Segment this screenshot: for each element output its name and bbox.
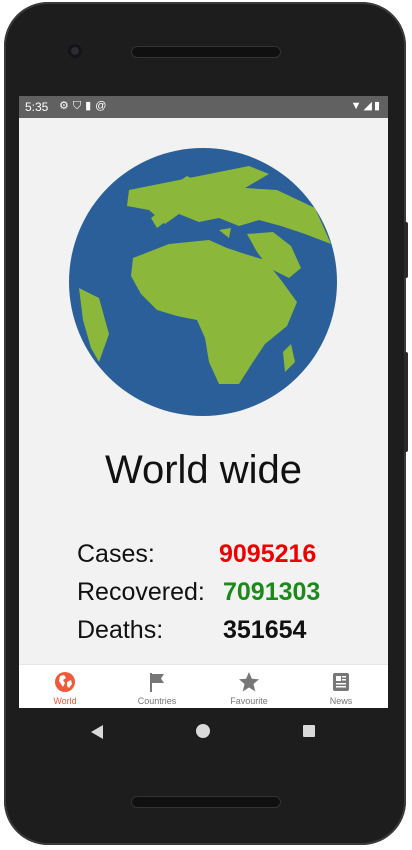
- globe-image: [69, 148, 337, 416]
- nav-item-countries[interactable]: Countries: [111, 665, 203, 708]
- status-right-icons: ▼◢▮: [351, 99, 382, 112]
- back-icon[interactable]: [91, 725, 103, 739]
- star-icon: [239, 672, 259, 692]
- front-camera: [68, 44, 82, 58]
- stat-value-cases: 9095216: [219, 540, 317, 568]
- power-button: [404, 222, 408, 278]
- stat-row-cases: Cases: 9095216: [77, 538, 377, 576]
- stat-label: Recovered:: [77, 578, 205, 606]
- status-time: 5:35: [25, 100, 49, 114]
- nav-label-favourite: Favourite: [230, 696, 268, 706]
- wifi-icon: ▼: [350, 100, 364, 112]
- home-icon[interactable]: [196, 724, 210, 738]
- signal-icon: ◢: [363, 100, 374, 112]
- bottom-speaker: [131, 796, 281, 808]
- stat-value-recovered: 7091303: [223, 578, 321, 606]
- stat-row-recovered: Recovered: 7091303: [77, 576, 377, 614]
- battery-icon: ▮: [373, 100, 382, 112]
- newspaper-icon: [333, 673, 349, 691]
- stat-value-deaths: 351654: [223, 616, 307, 644]
- at-icon: @: [95, 100, 111, 112]
- stats-list: Cases: 9095216 Recovered: 7091303 Deaths…: [77, 538, 377, 652]
- flag-icon: [150, 673, 164, 692]
- nav-item-world[interactable]: World: [19, 665, 111, 708]
- nav-item-favourite[interactable]: Favourite: [203, 665, 295, 708]
- recent-apps-icon[interactable]: [303, 725, 315, 737]
- nav-label-news: News: [329, 696, 353, 706]
- nav-label-world: World: [53, 696, 77, 706]
- stat-row-deaths: Deaths: 351654: [77, 614, 377, 652]
- sd-card-icon: ▮: [85, 100, 96, 112]
- shield-icon: ⛉: [72, 100, 86, 112]
- globe-icon: [55, 672, 75, 692]
- nav-item-news[interactable]: News: [295, 665, 387, 708]
- bottom-nav: World Countries Favourite News: [19, 664, 388, 708]
- status-bar: 5:35 ⚙⛉▮@ ▼◢▮: [19, 96, 388, 118]
- page-title: World wide: [104, 448, 303, 492]
- top-speaker: [131, 46, 281, 58]
- system-nav-bar: [19, 708, 388, 754]
- stat-label: Cases:: [77, 540, 155, 568]
- status-left-icons: ⚙⛉▮@: [59, 99, 110, 113]
- gear-icon: ⚙: [59, 100, 73, 112]
- volume-button: [404, 352, 408, 452]
- nav-label-countries: Countries: [137, 696, 177, 706]
- stat-label: Deaths:: [77, 616, 164, 644]
- app-screen: 5:35 ⚙⛉▮@ ▼◢▮ World wide Cases: 9095216 …: [19, 96, 388, 708]
